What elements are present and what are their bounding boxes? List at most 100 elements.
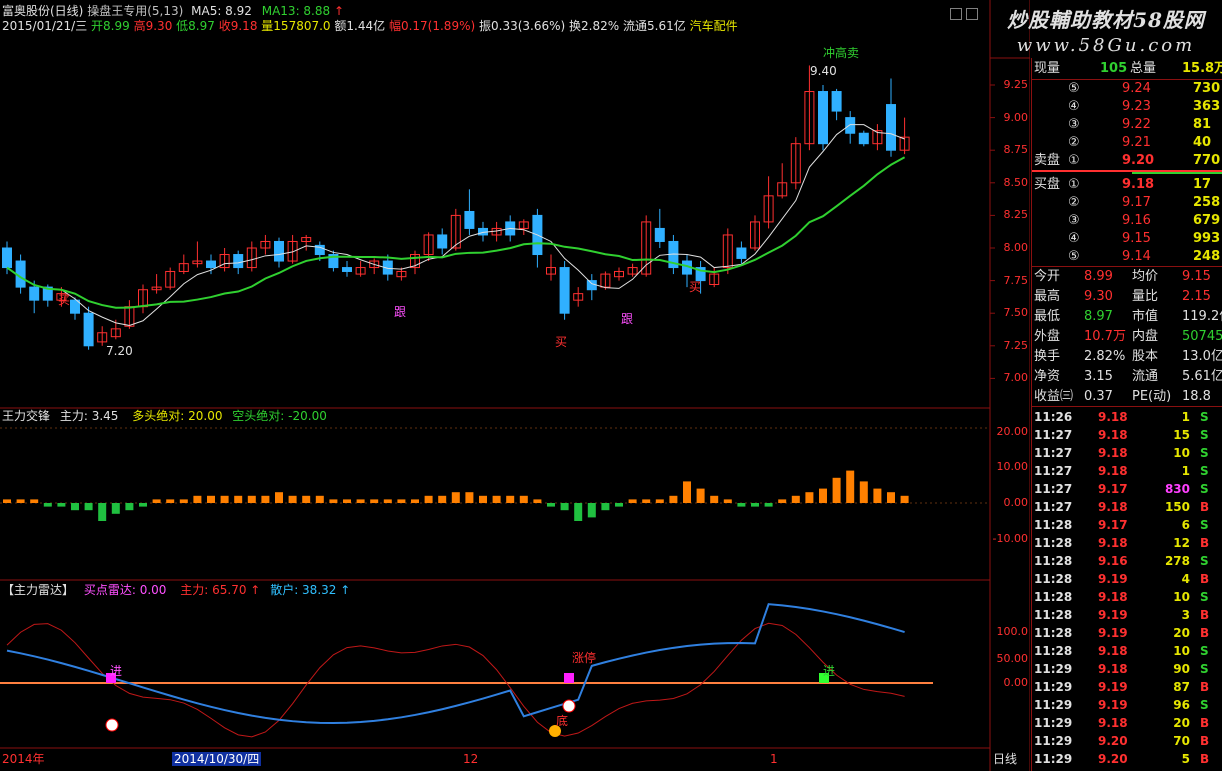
quote-float: 流通5.61亿 — [623, 19, 686, 33]
tick-volume: 830 — [1164, 482, 1190, 496]
ma5-value: MA5: 8.92 — [191, 4, 252, 18]
sub2-title[interactable]: 【主力雷达】 — [2, 583, 74, 597]
tick-row[interactable]: 11:28 9.16 278 S — [1032, 552, 1222, 570]
sub1-bar — [778, 499, 787, 503]
tick-row[interactable]: 11:28 9.18 10 S — [1032, 588, 1222, 606]
ask-level: ③ — [1068, 117, 1080, 132]
tick-row[interactable]: 11:29 9.18 20 B — [1032, 714, 1222, 732]
ask-row: ① 9.20 770 卖盘 — [1032, 152, 1222, 170]
stat-label: 最低 — [1034, 309, 1061, 324]
close-window-icon[interactable] — [966, 8, 978, 20]
tick-price: 9.18 — [1098, 644, 1128, 658]
chonggao-sell-label: 冲高卖 — [823, 46, 860, 60]
tick-time: 11:26 — [1034, 410, 1073, 424]
sub1-bear-value: 空头绝对: -20.00 — [232, 409, 327, 423]
tick-direction: B — [1200, 536, 1210, 550]
tick-volume: 90 — [1173, 662, 1190, 676]
ask-volume: 81 — [1193, 117, 1212, 132]
tick-time: 11:29 — [1034, 716, 1073, 730]
tick-price: 9.20 — [1098, 734, 1128, 748]
tick-price: 9.18 — [1098, 590, 1128, 604]
sub1-bar — [288, 495, 297, 503]
sub1-bar — [587, 503, 596, 518]
sub1-tick-label: 10.00 — [996, 460, 1029, 473]
watermark-line1: 炒股輔助教材58股网 — [1007, 8, 1205, 32]
tick-row[interactable]: 11:29 9.20 5 B — [1032, 750, 1222, 768]
tick-time: 11:27 — [1034, 446, 1073, 460]
low-mark-label: 7.20 — [106, 344, 133, 358]
sub1-bar — [16, 499, 25, 503]
sub1-bar — [343, 499, 351, 503]
tick-volume: 20 — [1173, 626, 1190, 640]
tick-price: 9.17 — [1098, 518, 1128, 532]
sub1-bull-value: 多头绝对: 20.00 — [132, 409, 223, 423]
sub1-bar — [220, 495, 229, 503]
sub1-tick-label: -10.00 — [992, 532, 1028, 545]
tick-row[interactable]: 11:29 9.19 96 S — [1032, 696, 1222, 714]
quote-industry[interactable]: 汽车配件 — [690, 19, 738, 33]
ask-price: 9.23 — [1122, 99, 1151, 114]
quote-amplitude: 振0.33(3.66%) — [479, 19, 566, 33]
tick-row[interactable]: 11:27 9.18 10 S — [1032, 444, 1222, 462]
tick-row[interactable]: 11:27 9.18 15 S — [1032, 426, 1222, 444]
candle-body — [29, 286, 40, 301]
stat-value: 9.30 — [1084, 289, 1113, 304]
sub1-bar — [655, 499, 664, 503]
ask-price: 9.22 — [1122, 117, 1151, 132]
tick-row[interactable]: 11:28 9.18 12 B — [1032, 534, 1222, 552]
tick-volume: 12 — [1173, 536, 1190, 550]
sub1-title[interactable]: 王力交锋 — [2, 409, 50, 423]
stat-label: PE(动) — [1132, 389, 1172, 404]
tick-price: 9.19 — [1098, 698, 1128, 712]
tick-row[interactable]: 11:28 9.18 10 S — [1032, 642, 1222, 660]
sub1-bar — [710, 495, 719, 503]
tick-row[interactable]: 11:26 9.18 1 S — [1032, 408, 1222, 426]
kline-chart-area[interactable]: 富奥股份(日线) 操盘王专用(5,13) MA5: 8.92 MA13: 8.8… — [0, 0, 1030, 771]
ask-volume: 730 — [1193, 81, 1221, 96]
stock-title: 富奥股份(日线) 操盘王专用(5,13) MA5: 8.92 MA13: 8.8… — [2, 4, 344, 18]
bid-price: 9.18 — [1122, 177, 1155, 192]
stat-label: 量比 — [1132, 289, 1159, 304]
chart-canvas[interactable] — [0, 0, 1030, 771]
tick-row[interactable]: 11:29 9.19 87 B — [1032, 678, 1222, 696]
tick-row[interactable]: 11:28 9.17 6 S — [1032, 516, 1222, 534]
tick-time: 11:27 — [1034, 500, 1073, 514]
tick-time: 11:27 — [1034, 428, 1073, 442]
stat-label: 流通 — [1132, 369, 1159, 384]
restore-window-icon[interactable] — [950, 8, 962, 20]
sub2-jin-label: 进 — [110, 664, 123, 678]
sub1-bar — [764, 503, 773, 507]
tick-direction: S — [1200, 554, 1209, 568]
tick-direction: S — [1200, 410, 1209, 424]
tick-row[interactable]: 11:29 9.18 90 S — [1032, 660, 1222, 678]
sub2-header: 【主力雷达】 买点雷达: 0.00 主力: 65.70 ↑ 散户: 38.32 … — [2, 583, 350, 597]
tick-row[interactable]: 11:29 9.20 70 B — [1032, 732, 1222, 750]
tick-row[interactable]: 11:27 9.17 830 S — [1032, 480, 1222, 498]
ask-level: ④ — [1068, 99, 1080, 114]
quote-close: 收9.18 — [218, 19, 258, 33]
tick-direction: S — [1200, 446, 1209, 460]
tick-row[interactable]: 11:27 9.18 150 B — [1032, 498, 1222, 516]
candle-body — [233, 254, 244, 269]
axis-month-12: 12 — [463, 752, 479, 766]
sub1-bar — [329, 499, 338, 503]
sub1-bar — [492, 495, 501, 503]
candle-body — [342, 267, 352, 272]
bid-level: ① — [1068, 177, 1080, 192]
sub1-bar — [615, 503, 623, 507]
tick-row[interactable]: 11:27 9.18 1 S — [1032, 462, 1222, 480]
quote-high: 高9.30 — [133, 19, 173, 33]
tick-price: 9.18 — [1098, 464, 1128, 478]
bid-level: ⑤ — [1068, 249, 1080, 264]
tick-direction: S — [1200, 662, 1209, 676]
bid-row: ② 9.17 258 — [1032, 194, 1222, 212]
sub1-bar — [234, 495, 243, 503]
sub1-tick-label: 20.00 — [996, 425, 1029, 438]
stat-value: 13.0亿 — [1182, 349, 1222, 364]
tick-row[interactable]: 11:28 9.19 4 B — [1032, 570, 1222, 588]
period-label[interactable]: 日线 — [993, 752, 1017, 766]
tick-row[interactable]: 11:28 9.19 20 B — [1032, 624, 1222, 642]
tick-row[interactable]: 11:28 9.19 3 B — [1032, 606, 1222, 624]
ma13-value: MA13: 8.88 — [261, 4, 331, 18]
stat-value: 9.15 — [1182, 269, 1211, 284]
